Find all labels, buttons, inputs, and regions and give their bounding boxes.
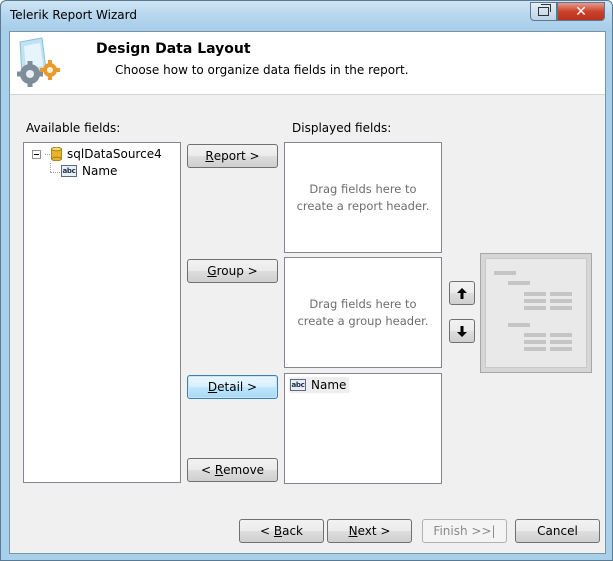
page-subtitle: Choose how to organize data fields in th… [115, 63, 409, 77]
move-up-button[interactable] [449, 281, 475, 305]
next-button[interactable]: Next > [327, 519, 412, 543]
abc-field-icon: abc [61, 165, 77, 177]
wizard-gears-icon [17, 37, 60, 87]
window-title: Telerik Report Wizard [10, 8, 137, 22]
add-to-report-button[interactable]: Report > [187, 144, 278, 168]
cancel-button[interactable]: Cancel [515, 519, 600, 543]
tree-node-label: sqlDataSource4 [67, 147, 162, 161]
wizard-header: Design Data Layout Choose how to organiz… [10, 32, 605, 95]
tree-node-datasource[interactable]: sqlDataSource4 [32, 147, 162, 161]
title-bar[interactable]: Telerik Report Wizard ✕ [1, 1, 612, 31]
database-icon [51, 147, 62, 161]
restore-button[interactable] [530, 2, 557, 21]
arrow-down-icon [457, 325, 467, 337]
wizard-client: Design Data Layout Choose how to organiz… [9, 31, 606, 554]
layout-preview-page [485, 258, 587, 368]
back-button[interactable]: < Back [239, 519, 324, 543]
wizard-window: Telerik Report Wizard ✕ Design Data Layo… [0, 0, 613, 561]
group-header-dropzone[interactable]: Drag fields here to create a group heade… [284, 257, 442, 368]
tree-node-field[interactable]: abc Name [61, 164, 117, 178]
collapse-icon[interactable] [32, 149, 41, 159]
arrow-up-icon [457, 287, 467, 299]
finish-button[interactable]: Finish >>| [422, 519, 507, 543]
available-fields-label: Available fields: [26, 121, 121, 135]
move-down-button[interactable] [449, 319, 475, 343]
close-button[interactable]: ✕ [557, 2, 605, 21]
available-fields-tree[interactable]: sqlDataSource4 abc Name [23, 142, 181, 483]
report-header-dropzone[interactable]: Drag fields here to create a report head… [284, 142, 442, 253]
close-icon: ✕ [575, 3, 587, 20]
tree-node-label: Name [82, 164, 118, 178]
add-to-detail-button[interactable]: Detail > [187, 375, 278, 399]
add-to-group-button[interactable]: Group > [187, 259, 278, 283]
remove-button[interactable]: < Remove [187, 458, 278, 482]
restore-icon [538, 4, 551, 16]
detail-dropzone[interactable]: abc Name [284, 373, 442, 484]
page-title: Design Data Layout [96, 41, 251, 57]
abc-field-icon: abc [290, 379, 306, 391]
list-item[interactable]: abc Name [289, 377, 350, 393]
displayed-fields-label: Displayed fields: [292, 121, 392, 135]
layout-preview [480, 253, 592, 373]
